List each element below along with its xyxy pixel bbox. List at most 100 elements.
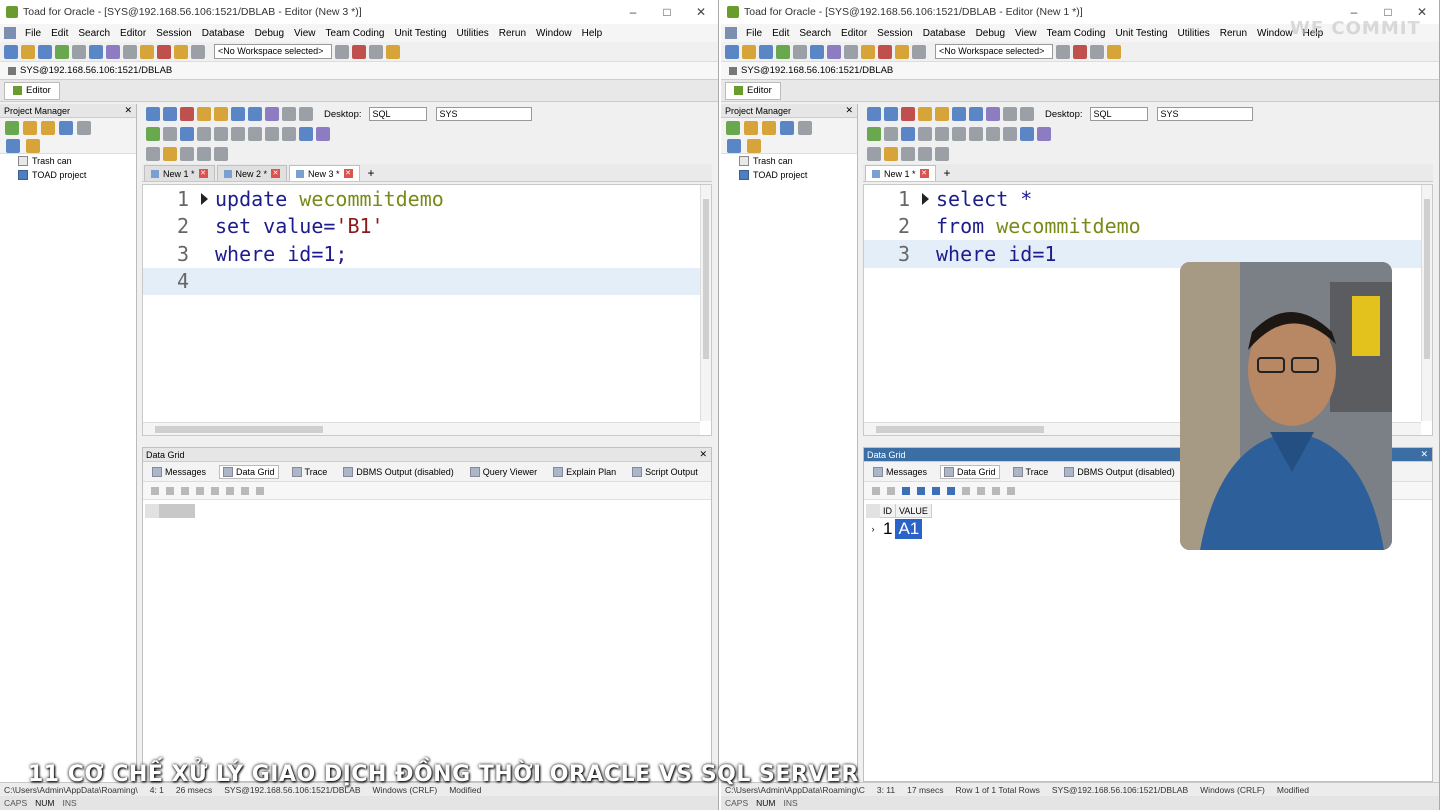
rollback-icon[interactable] — [952, 127, 966, 141]
desktop-select[interactable]: SQL — [1089, 107, 1148, 121]
column-header-value[interactable]: VALUE — [896, 504, 932, 518]
step-over-icon[interactable] — [918, 147, 932, 161]
menu-unit-testing[interactable]: Unit Testing — [389, 28, 451, 39]
session-browser-icon[interactable] — [55, 44, 69, 59]
new-folder-icon[interactable] — [762, 121, 776, 135]
menu-team-coding[interactable]: Team Coding — [1042, 28, 1111, 39]
output-tab[interactable]: Data Grid — [940, 464, 1000, 479]
code-line[interactable]: 4 — [143, 267, 711, 295]
comment-icon[interactable] — [265, 127, 279, 141]
save-all-icon[interactable] — [265, 107, 279, 121]
output-tab[interactable]: Messages — [149, 466, 209, 478]
close-tab-icon[interactable]: ✕ — [919, 169, 929, 178]
menu-database[interactable]: Database — [918, 28, 971, 39]
menu-debug[interactable]: Debug — [971, 28, 1010, 39]
output-tab[interactable]: Trace — [1010, 466, 1052, 478]
save-all-icon[interactable] — [986, 107, 1000, 121]
compile-icon[interactable] — [884, 147, 898, 161]
insert-record-icon[interactable] — [211, 486, 219, 495]
menu-editor[interactable]: Editor — [115, 28, 151, 39]
lock-icon[interactable] — [140, 44, 154, 59]
output-tab[interactable]: DBMS Output (disabled) — [1061, 466, 1178, 478]
sql-monitor-icon[interactable] — [38, 44, 52, 59]
cell-value[interactable]: A1 — [895, 519, 923, 539]
menu-edit[interactable]: Edit — [767, 28, 794, 39]
column-header-id[interactable]: ID — [880, 504, 896, 518]
insert-record-icon[interactable] — [962, 486, 970, 495]
post-icon[interactable] — [241, 486, 249, 495]
print-icon[interactable] — [798, 121, 812, 135]
compare-files-icon[interactable] — [1020, 127, 1034, 141]
menu-session[interactable]: Session — [872, 28, 918, 39]
print-editor-icon[interactable] — [1003, 107, 1017, 121]
autotrace-icon[interactable] — [197, 127, 211, 141]
compare-files-icon[interactable] — [299, 127, 313, 141]
new-editor-icon[interactable] — [4, 44, 18, 59]
workspace-icon[interactable] — [335, 44, 349, 59]
desktop-select[interactable]: SQL — [368, 107, 427, 121]
menu-rerun[interactable]: Rerun — [494, 28, 531, 39]
menu-view[interactable]: View — [1010, 28, 1042, 39]
menu-file[interactable]: File — [741, 28, 767, 39]
database-tab-icon[interactable] — [747, 138, 761, 153]
scroll-thumb[interactable] — [1424, 199, 1430, 359]
cancel-icon[interactable] — [1007, 486, 1015, 495]
tab-new-3[interactable]: New 3 * ✕ — [289, 165, 360, 181]
menu-rerun[interactable]: Rerun — [1215, 28, 1252, 39]
format-icon[interactable] — [299, 107, 313, 121]
tree-item-toad-project[interactable]: TOAD project — [0, 168, 136, 182]
step-over-icon[interactable] — [197, 147, 211, 161]
find-icon[interactable] — [282, 127, 296, 141]
tools-icon[interactable] — [793, 44, 807, 59]
editor-window-tab[interactable]: Editor — [4, 81, 60, 100]
post-icon[interactable] — [992, 486, 1000, 495]
close-button[interactable]: ✕ — [1405, 5, 1439, 19]
maximize-button[interactable]: □ — [1371, 5, 1405, 19]
export-icon[interactable] — [895, 44, 909, 59]
prior-record-icon[interactable] — [166, 486, 174, 495]
workspace-icon[interactable] — [1056, 44, 1070, 59]
step-into-icon[interactable] — [180, 147, 194, 161]
settings-icon[interactable] — [912, 44, 926, 59]
bookmark-icon[interactable] — [1037, 127, 1051, 141]
run-icon[interactable] — [867, 127, 881, 141]
cell-id[interactable]: 1 — [880, 519, 895, 539]
vertical-scrollbar[interactable] — [700, 185, 711, 421]
tree-item-trash-can[interactable]: Trash can — [721, 154, 857, 168]
output-tab[interactable]: Script Output — [629, 466, 701, 478]
refresh-icon[interactable] — [887, 486, 895, 495]
close-button[interactable]: ✕ — [684, 5, 718, 19]
filter-icon[interactable] — [872, 486, 880, 495]
lock-icon[interactable] — [861, 44, 875, 59]
clear-icon[interactable] — [180, 107, 194, 121]
compare-icon[interactable] — [123, 44, 137, 59]
output-tab[interactable]: Data Grid — [219, 464, 279, 479]
projects-tab-icon[interactable] — [6, 138, 20, 153]
code-line[interactable]: 1 select * — [864, 185, 1432, 213]
execute-icon[interactable] — [146, 107, 160, 121]
user-icon[interactable] — [157, 44, 171, 59]
new-editor-icon[interactable] — [725, 44, 739, 59]
step-out-icon[interactable] — [935, 147, 949, 161]
execute-script-icon[interactable] — [884, 107, 898, 121]
add-tab-button[interactable]: + — [362, 165, 381, 181]
schema-select[interactable]: SYS — [1156, 107, 1253, 121]
save-icon[interactable] — [59, 121, 73, 135]
database-tab-icon[interactable] — [26, 138, 40, 153]
maximize-button[interactable]: □ — [650, 5, 684, 19]
scroll-thumb[interactable] — [876, 426, 1044, 433]
explain-icon[interactable] — [827, 44, 841, 59]
workspace-select[interactable]: <No Workspace selected> — [935, 44, 1053, 59]
folder-icon[interactable] — [1107, 44, 1121, 59]
tab-new-1[interactable]: New 1 * ✕ — [144, 165, 215, 181]
user-icon[interactable] — [878, 44, 892, 59]
bookmark-icon[interactable] — [316, 127, 330, 141]
autotrace-icon[interactable] — [918, 127, 932, 141]
tree-item-trash-can[interactable]: Trash can — [0, 154, 136, 168]
step-out-icon[interactable] — [214, 147, 228, 161]
clear-icon[interactable] — [901, 107, 915, 121]
output-tab[interactable]: Explain Plan — [550, 466, 619, 478]
add-icon[interactable] — [726, 121, 740, 135]
menu-database[interactable]: Database — [197, 28, 250, 39]
print-icon[interactable] — [77, 121, 91, 135]
